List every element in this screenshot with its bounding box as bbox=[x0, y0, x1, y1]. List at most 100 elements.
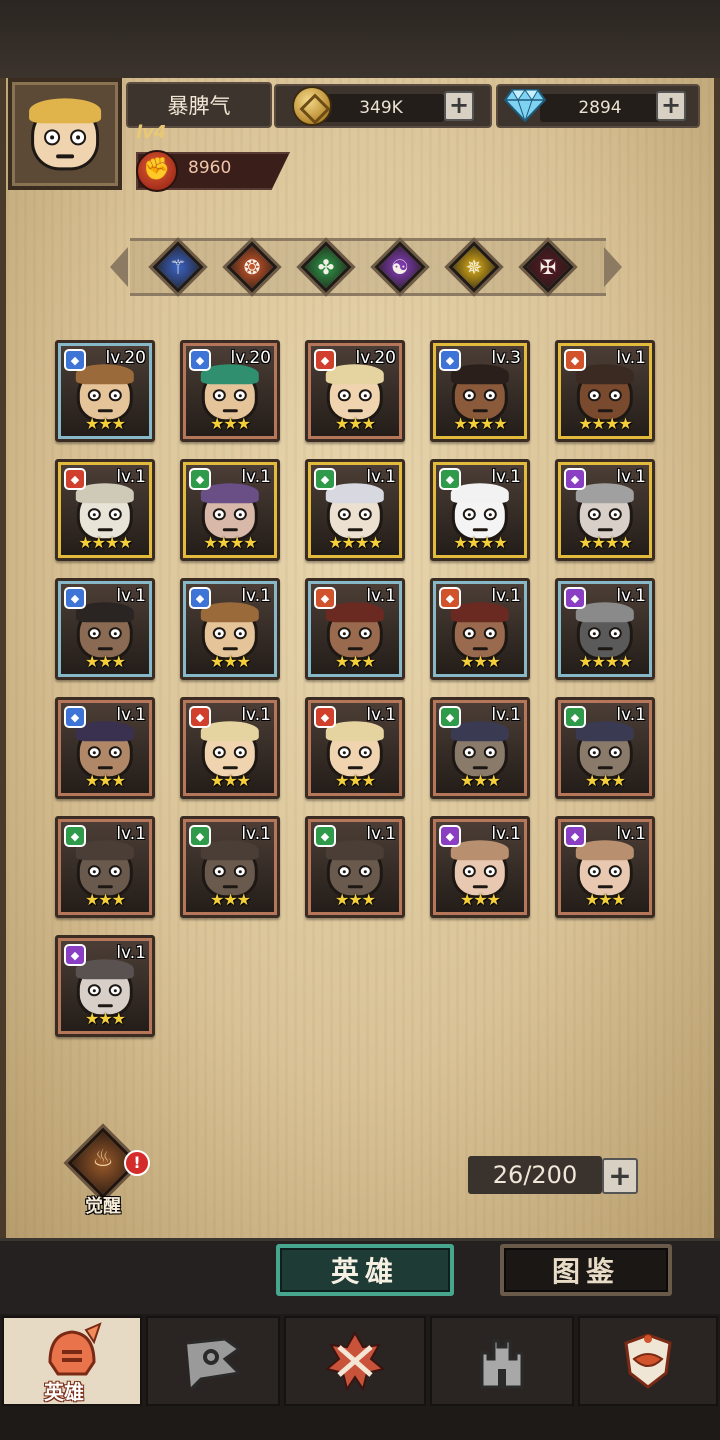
hero-class-icon: ◆ bbox=[64, 944, 86, 966]
hero-card[interactable]: ◆ lv.20 ★★★ bbox=[180, 340, 280, 442]
hero-stars: ★★★★ bbox=[328, 533, 382, 552]
hero-card[interactable]: ◆ lv.1 ★★★ bbox=[555, 816, 655, 918]
expand-capacity-button[interactable]: + bbox=[602, 1158, 638, 1194]
add-coins-button[interactable]: + bbox=[444, 91, 474, 121]
filter-left-arrow-icon[interactable] bbox=[110, 247, 128, 287]
hero-stars: ★★★ bbox=[584, 890, 626, 909]
nav-battle[interactable] bbox=[284, 1316, 426, 1406]
fist-icon: ✊ bbox=[136, 150, 178, 192]
hero-level: lv.1 bbox=[491, 705, 521, 725]
hero-card[interactable]: ◆ lv.1 ★★★ bbox=[305, 578, 405, 680]
hero-stars: ★★★ bbox=[584, 771, 626, 790]
hero-card[interactable]: ◆ lv.1 ★★★ bbox=[55, 816, 155, 918]
hero-class-icon: ◆ bbox=[64, 587, 86, 609]
hero-card[interactable]: ◆ lv.1 ★★★★ bbox=[555, 578, 655, 680]
element-glyph: ✠ bbox=[539, 255, 557, 279]
hero-card[interactable]: ◆ lv.1 ★★★ bbox=[305, 816, 405, 918]
hero-class-icon: ◆ bbox=[439, 349, 461, 371]
hero-card[interactable]: ◆ lv.1 ★★★ bbox=[430, 578, 530, 680]
hero-class-icon: ◆ bbox=[314, 587, 336, 609]
hero-card[interactable]: ◆ lv.20 ★★★ bbox=[305, 340, 405, 442]
hero-level: lv.1 bbox=[116, 705, 146, 725]
alert-badge-icon: ! bbox=[124, 1150, 150, 1176]
hero-stars: ★★★ bbox=[334, 771, 376, 790]
element-glyph: ❂ bbox=[243, 255, 261, 279]
hero-card[interactable]: ◆ lv.1 ★★★★ bbox=[430, 459, 530, 561]
hero-class-icon: ◆ bbox=[564, 825, 586, 847]
status-bar-area bbox=[0, 0, 720, 78]
hero-card[interactable]: ◆ lv.20 ★★★ bbox=[55, 340, 155, 442]
nav-expedition[interactable] bbox=[146, 1316, 280, 1406]
element-glyph: ☯ bbox=[391, 255, 409, 279]
hero-class-icon: ◆ bbox=[314, 468, 336, 490]
hero-level: lv.1 bbox=[116, 943, 146, 963]
hero-stars: ★★★ bbox=[209, 652, 251, 671]
hero-card[interactable]: ◆ lv.1 ★★★ bbox=[180, 697, 280, 799]
element-glyph: ⚚ bbox=[169, 255, 187, 279]
hero-class-icon: ◆ bbox=[189, 706, 211, 728]
diamond-icon bbox=[504, 89, 546, 122]
hero-class-icon: ◆ bbox=[439, 468, 461, 490]
hero-card[interactable]: ◆ lv.1 ★★★ bbox=[55, 578, 155, 680]
hero-card[interactable]: ◆ lv.1 ★★★ bbox=[180, 816, 280, 918]
hero-stars: ★★★★ bbox=[578, 652, 632, 671]
hero-level: lv.1 bbox=[116, 467, 146, 487]
hero-class-icon: ◆ bbox=[189, 587, 211, 609]
hero-level: lv.1 bbox=[616, 467, 646, 487]
hero-class-icon: ◆ bbox=[314, 706, 336, 728]
hero-card[interactable]: ◆ lv.1 ★★★ bbox=[55, 935, 155, 1037]
hero-level: lv.1 bbox=[491, 586, 521, 606]
hero-level: lv.1 bbox=[616, 348, 646, 368]
hero-card[interactable]: ◆ lv.3 ★★★★ bbox=[430, 340, 530, 442]
hero-card[interactable]: ◆ lv.1 ★★★ bbox=[430, 816, 530, 918]
hero-class-icon: ◆ bbox=[314, 825, 336, 847]
hero-stars: ★★★ bbox=[84, 771, 126, 790]
hero-card[interactable]: ◆ lv.1 ★★★★ bbox=[555, 340, 655, 442]
hero-stars: ★★★★ bbox=[578, 533, 632, 552]
hero-class-icon: ◆ bbox=[64, 349, 86, 371]
hero-stars: ★★★ bbox=[459, 890, 501, 909]
hero-card[interactable]: ◆ lv.1 ★★★ bbox=[555, 697, 655, 799]
hero-card[interactable]: ◆ lv.1 ★★★ bbox=[430, 697, 530, 799]
tab-heroes[interactable]: 英雄 bbox=[276, 1244, 454, 1296]
element-filter-purple[interactable]: ☯ bbox=[374, 241, 426, 293]
element-filter-orange[interactable]: ❂ bbox=[226, 241, 278, 293]
hero-stars: ★★★ bbox=[334, 414, 376, 433]
hero-card[interactable]: ◆ lv.1 ★★★ bbox=[305, 697, 405, 799]
hero-stars: ★★★ bbox=[84, 890, 126, 909]
element-filter-dark-red[interactable]: ✠ bbox=[522, 241, 574, 293]
hero-card[interactable]: ◆ lv.1 ★★★★ bbox=[555, 459, 655, 561]
hero-stars: ★★★ bbox=[209, 414, 251, 433]
hero-level: lv.20 bbox=[355, 348, 397, 368]
hero-level: lv.1 bbox=[241, 705, 271, 725]
hero-class-icon: ◆ bbox=[564, 706, 586, 728]
element-filter-green[interactable]: ✤ bbox=[300, 241, 352, 293]
hero-card[interactable]: ◆ lv.1 ★★★ bbox=[180, 578, 280, 680]
awaken-label: 觉醒 bbox=[85, 1196, 121, 1217]
hero-card[interactable]: ◆ lv.1 ★★★★ bbox=[180, 459, 280, 561]
tab-codex[interactable]: 图鉴 bbox=[500, 1244, 672, 1296]
player-avatar[interactable] bbox=[8, 78, 122, 190]
hero-class-icon: ◆ bbox=[439, 587, 461, 609]
hero-card[interactable]: ◆ lv.1 ★★★★ bbox=[305, 459, 405, 561]
add-gems-button[interactable]: + bbox=[656, 91, 686, 121]
hero-level: lv.20 bbox=[230, 348, 272, 368]
castle-icon bbox=[480, 1339, 524, 1389]
hero-class-icon: ◆ bbox=[439, 706, 461, 728]
nav-tower[interactable] bbox=[430, 1316, 574, 1406]
element-filter-blue[interactable]: ⚚ bbox=[152, 241, 204, 293]
hero-card[interactable]: ◆ lv.1 ★★★★ bbox=[55, 459, 155, 561]
nav-heroes-label: 英雄 bbox=[44, 1380, 84, 1404]
hero-card[interactable]: ◆ lv.1 ★★★ bbox=[55, 697, 155, 799]
nav-guild[interactable] bbox=[578, 1316, 718, 1406]
hero-stars: ★★★ bbox=[84, 652, 126, 671]
hero-level: lv.1 bbox=[116, 586, 146, 606]
hero-level: lv.1 bbox=[241, 467, 271, 487]
hero-class-icon: ◆ bbox=[64, 706, 86, 728]
hero-stars: ★★★★ bbox=[453, 533, 507, 552]
filter-right-arrow-icon[interactable] bbox=[604, 247, 622, 287]
hero-level: lv.3 bbox=[491, 348, 521, 368]
gem-value: 2894 bbox=[540, 94, 660, 122]
element-filter-yellow[interactable]: ✵ bbox=[448, 241, 500, 293]
hero-class-icon: ◆ bbox=[564, 468, 586, 490]
